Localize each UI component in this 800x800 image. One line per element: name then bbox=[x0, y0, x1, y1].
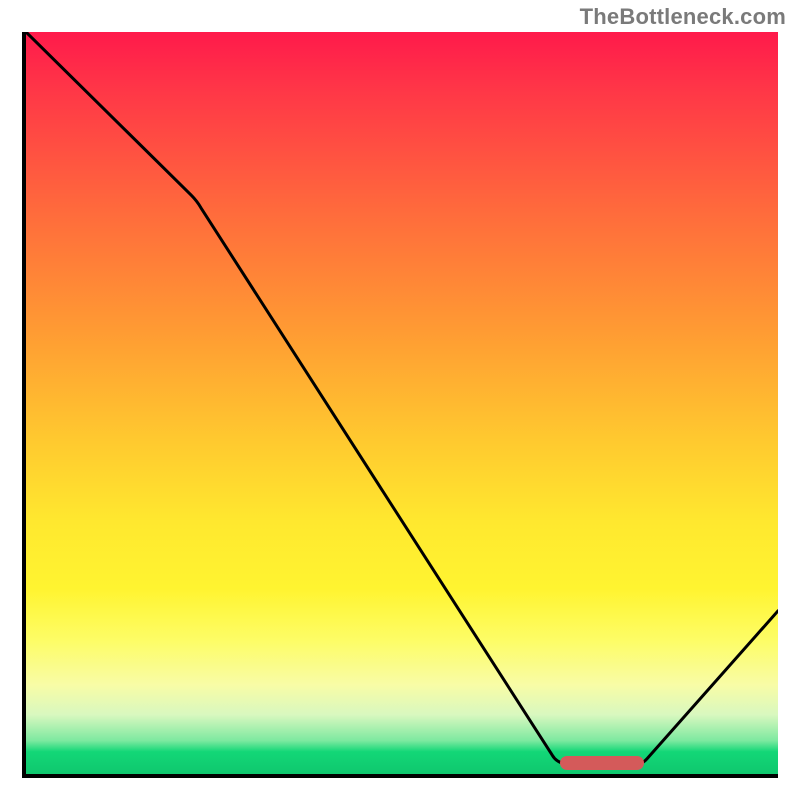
optimal-range-marker bbox=[560, 756, 644, 770]
chart-stage: TheBottleneck.com bbox=[0, 0, 800, 800]
bottleneck-curve bbox=[26, 32, 778, 774]
curve-path bbox=[26, 32, 778, 764]
plot-area bbox=[22, 32, 778, 778]
attribution-label: TheBottleneck.com bbox=[580, 4, 786, 30]
